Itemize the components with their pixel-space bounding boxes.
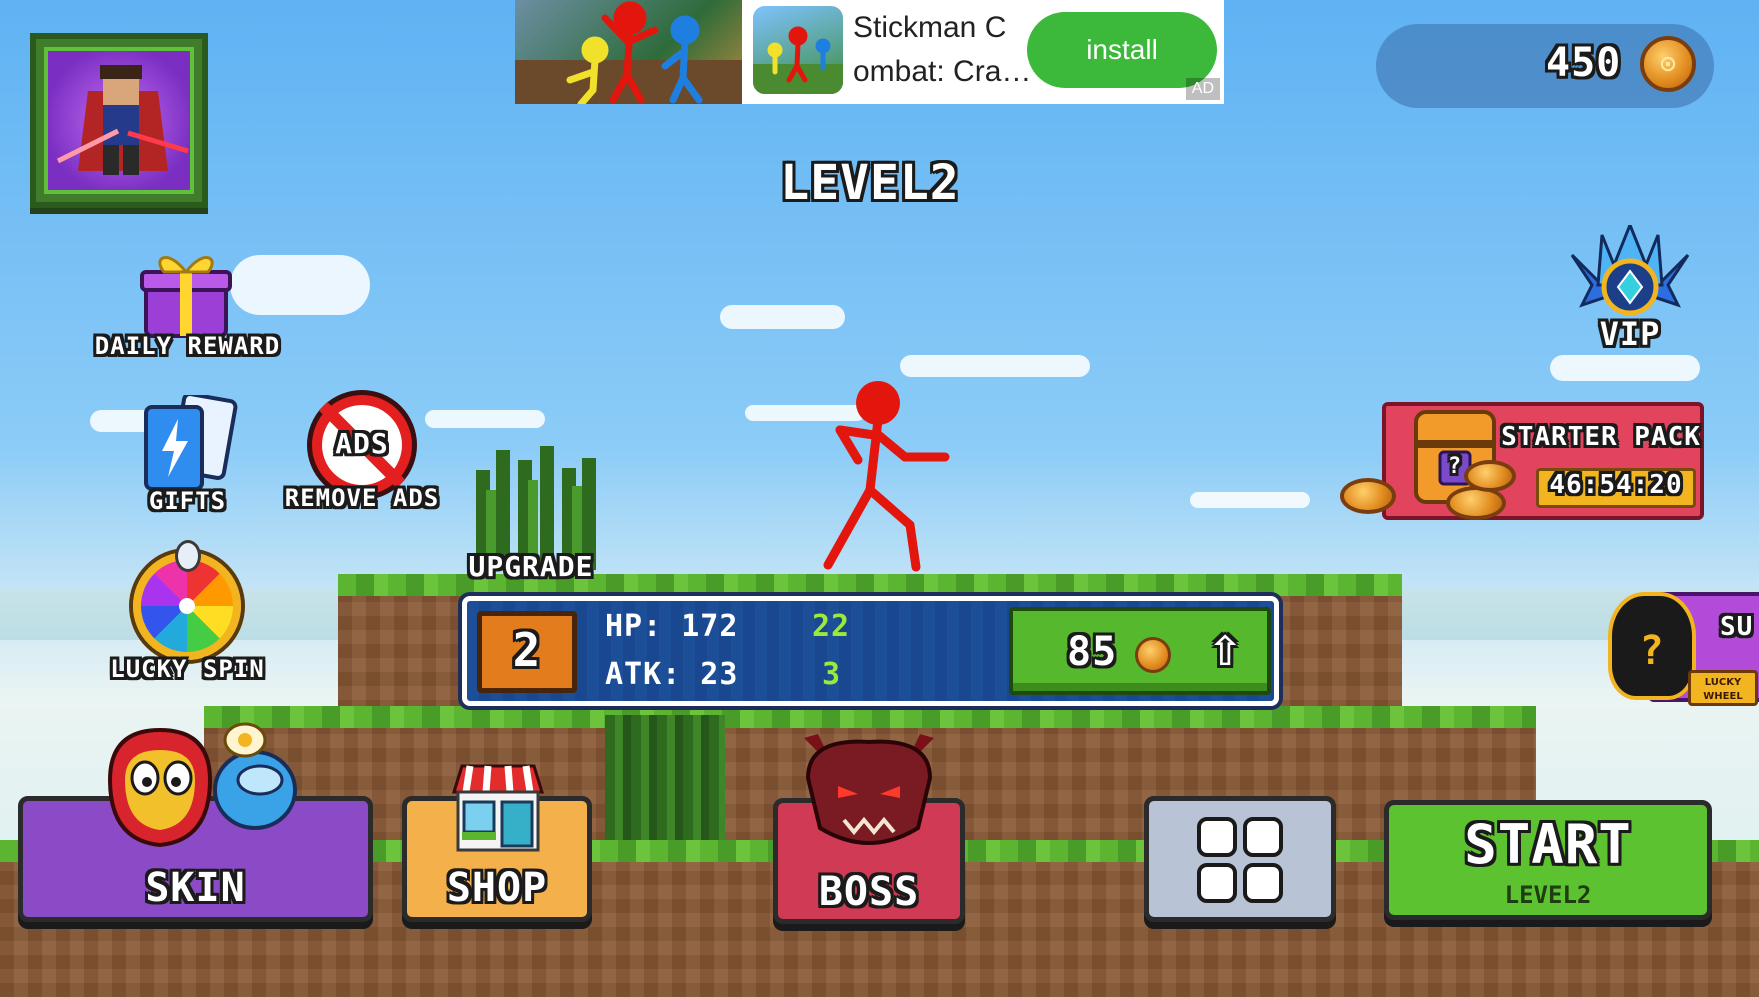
- coin-amount: 450: [1546, 40, 1622, 86]
- game-scene: UPGRADE Stickman C ombat: Cra… install A…: [0, 0, 1759, 997]
- lucky-wheel-button[interactable]: SU ? LUCKY WHEEL: [1608, 588, 1759, 716]
- vip-crest-icon: [1570, 225, 1690, 316]
- skin-characters-icon: [107, 722, 297, 848]
- starter-pack-title: STARTER PACK: [1501, 422, 1701, 452]
- coin-balance[interactable]: 450 ⊙: [1376, 24, 1714, 108]
- ad-title-line2: ombat: Cra…: [853, 55, 1032, 88]
- vip-button[interactable]: VIP: [1560, 225, 1700, 355]
- cloud: [1550, 355, 1700, 381]
- lucky-wheel-label: SU: [1720, 612, 1754, 642]
- start-button[interactable]: START LEVEL2: [1384, 800, 1712, 920]
- ad-badge: AD: [1185, 78, 1220, 100]
- hero-level: 2: [512, 623, 542, 677]
- remove-ads-button[interactable]: ADS REMOVE ADS: [272, 390, 452, 520]
- gift-box-icon: [140, 256, 232, 338]
- gifts-label: GIFTS: [148, 487, 227, 515]
- ad-title-line1: Stickman C: [853, 11, 1007, 44]
- spin-pointer-icon: [175, 540, 201, 572]
- starter-pack-button[interactable]: STARTER PACK 46:54:20 ?: [1336, 400, 1708, 524]
- upgrade-panel: 2 HP: 172 22 ATK: 23 3 85 ⇧: [462, 596, 1279, 706]
- hp-stat: HP: 172: [605, 609, 739, 644]
- coin-pile-icon: [1464, 460, 1516, 492]
- skin-label: SKIN: [145, 865, 246, 911]
- hp-gain: 22: [812, 609, 851, 644]
- upgrade-arrow-icon: ⇧: [1209, 615, 1243, 678]
- boss-label: BOSS: [818, 869, 920, 915]
- menu-grid-button[interactable]: [1144, 796, 1336, 922]
- stickman-character: [823, 381, 950, 572]
- lucky-spin-label: LUCKY SPIN: [110, 655, 265, 683]
- grid-menu-icon: [1197, 817, 1283, 903]
- level-title: LEVEL2: [780, 155, 960, 211]
- upgrade-cost: 85: [1067, 629, 1118, 675]
- upgrade-label: UPGRADE: [468, 550, 594, 583]
- starter-pack-timer: 46:54:20: [1549, 470, 1683, 500]
- shop-storefront-icon: [451, 764, 545, 852]
- atk-stat: ATK: 23: [605, 657, 739, 692]
- shop-label: SHOP: [446, 865, 548, 911]
- lucky-spin-button[interactable]: LUCKY SPIN: [105, 540, 270, 690]
- player-avatar-button[interactable]: [30, 33, 208, 208]
- ad-install-button[interactable]: install: [1027, 12, 1217, 88]
- upgrade-buy-button[interactable]: 85 ⇧: [1009, 607, 1271, 695]
- gold-coin-icon: ⊙: [1640, 36, 1696, 92]
- tall-grass: [605, 715, 725, 840]
- lucky-wheel-badge: LUCKY WHEEL: [1688, 670, 1758, 706]
- coin-pile-icon: [1340, 478, 1396, 514]
- mystery-question-mark: ?: [1639, 628, 1665, 674]
- remove-ads-label: REMOVE ADS: [284, 484, 440, 512]
- ad-app-icon[interactable]: [753, 6, 843, 94]
- ad-banner[interactable]: Stickman C ombat: Cra… install AD: [515, 0, 1224, 104]
- gifts-button[interactable]: GIFTS: [130, 395, 245, 520]
- cloud: [900, 355, 1090, 377]
- gold-coin-icon: [1135, 637, 1171, 673]
- vip-label: VIP: [1599, 315, 1661, 353]
- daily-reward-label: DAILY REWARD: [94, 332, 281, 360]
- atk-gain: 3: [822, 657, 842, 692]
- ad-title[interactable]: Stickman C ombat: Cra…: [853, 6, 1043, 94]
- lightning-cards-icon: [144, 395, 238, 491]
- avatar: [44, 47, 194, 194]
- cloud: [1190, 492, 1310, 508]
- boss-demon-icon: [804, 734, 934, 845]
- no-ads-icon-text: ADS: [335, 427, 389, 460]
- ad-image[interactable]: [515, 0, 742, 104]
- daily-reward-button[interactable]: DAILY REWARD: [80, 248, 295, 366]
- start-level-label: LEVEL2: [1504, 881, 1592, 909]
- start-label: START: [1464, 813, 1632, 876]
- cloud: [720, 305, 845, 329]
